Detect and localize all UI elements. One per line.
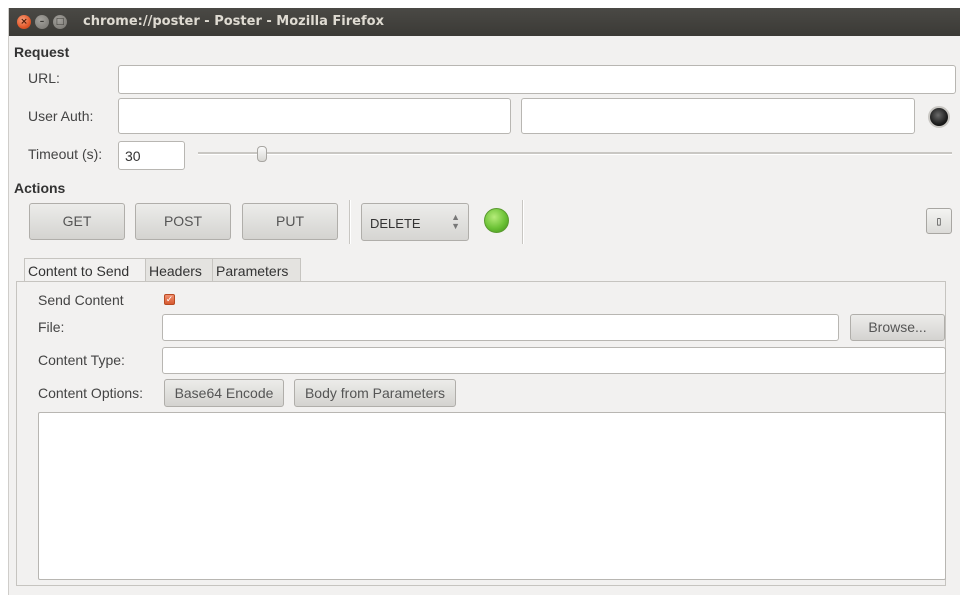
maximize-icon: □: [55, 17, 65, 27]
content-type-input[interactable]: [162, 347, 946, 374]
window-title: chrome://poster - Poster - Mozilla Firef…: [83, 14, 384, 29]
content-type-label: Content Type:: [38, 352, 125, 368]
status-indicator-icon: [484, 208, 509, 233]
content-body-textarea[interactable]: [38, 412, 946, 580]
tool-icon[interactable]: ▯: [926, 208, 952, 234]
url-input[interactable]: [118, 65, 956, 94]
actions-heading: Actions: [14, 180, 66, 196]
username-input[interactable]: [118, 98, 511, 134]
password-input[interactable]: [521, 98, 915, 134]
request-heading: Request: [14, 44, 70, 60]
title-bar: × – □ chrome://poster - Poster - Mozilla…: [9, 8, 960, 36]
body-from-parameters-button[interactable]: Body from Parameters: [294, 379, 456, 407]
method-select-value: DELETE: [370, 216, 421, 231]
tab-parameters[interactable]: Parameters: [212, 258, 301, 282]
put-button[interactable]: PUT: [242, 203, 338, 240]
timeout-slider-track[interactable]: [198, 152, 952, 155]
content-options-label: Content Options:: [38, 385, 144, 401]
timeout-label: Timeout (s):: [28, 146, 103, 162]
window-minimize-button[interactable]: –: [35, 15, 49, 29]
window-maximize-button[interactable]: □: [53, 15, 67, 29]
browse-button[interactable]: Browse...: [850, 314, 945, 341]
send-content-label: Send Content: [38, 292, 124, 308]
url-label: URL:: [28, 70, 60, 86]
separator: [349, 200, 351, 244]
base64-encode-button[interactable]: Base64 Encode: [164, 379, 284, 407]
file-input[interactable]: [162, 314, 839, 341]
user-auth-label: User Auth:: [28, 108, 94, 124]
post-button[interactable]: POST: [135, 203, 231, 240]
timeout-input[interactable]: [118, 141, 185, 170]
tab-headers[interactable]: Headers: [145, 258, 213, 282]
timeout-slider-thumb[interactable]: [257, 146, 267, 162]
send-content-checkbox[interactable]: ✓: [164, 294, 175, 305]
auth-indicator-icon[interactable]: [928, 106, 950, 128]
window-close-button[interactable]: ×: [17, 15, 31, 29]
close-icon: ×: [20, 17, 28, 27]
minimize-icon: –: [39, 17, 45, 27]
up-down-arrows-icon: ▲ ▼: [451, 212, 460, 231]
file-label: File:: [38, 319, 65, 335]
tab-content-to-send[interactable]: Content to Send: [24, 258, 146, 282]
separator: [522, 200, 524, 244]
method-select[interactable]: DELETE ▲ ▼: [361, 203, 469, 241]
get-button[interactable]: GET: [29, 203, 125, 240]
